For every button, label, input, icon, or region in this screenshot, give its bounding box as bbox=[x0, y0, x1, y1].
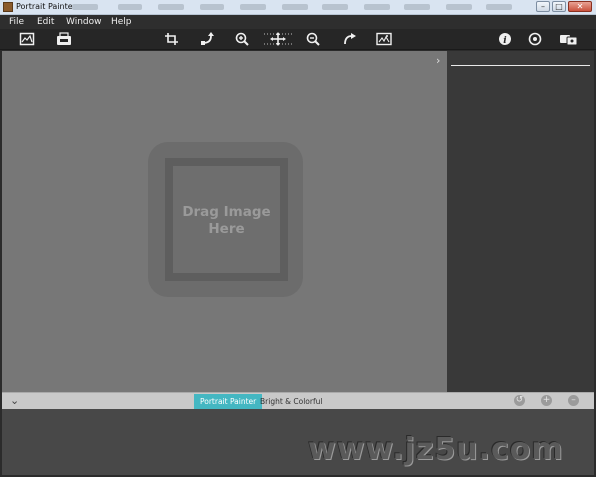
rotate-right-icon[interactable] bbox=[341, 32, 357, 46]
settings-panel bbox=[447, 51, 594, 392]
blurred-title-text bbox=[404, 4, 430, 10]
collapse-panel-icon[interactable]: › bbox=[436, 54, 440, 67]
settings-icon[interactable] bbox=[527, 32, 543, 46]
watermark: www.jz5u.com bbox=[308, 432, 564, 467]
maximize-button[interactable]: □ bbox=[552, 1, 566, 12]
reset-icon[interactable]: ↺ bbox=[514, 395, 525, 406]
blurred-title-text bbox=[240, 4, 266, 10]
drop-hint-line2: Here bbox=[208, 221, 245, 237]
svg-text:i: i bbox=[503, 36, 507, 46]
app-icon bbox=[3, 2, 13, 12]
zoom-out-icon[interactable] bbox=[305, 32, 321, 46]
title-bar: Portrait Painter – □ ✕ bbox=[0, 0, 596, 15]
menu-bar: File Edit Window Help bbox=[0, 15, 596, 29]
crop-icon[interactable] bbox=[164, 32, 180, 46]
preset-bar: ⌄ Portrait Painter Bright & Colorful ↺ +… bbox=[2, 392, 594, 409]
rotate-left-icon[interactable] bbox=[199, 32, 215, 46]
blurred-title-text bbox=[158, 4, 184, 10]
blurred-title-text bbox=[446, 4, 472, 10]
blurred-title-text bbox=[364, 4, 390, 10]
zoom-in-icon[interactable] bbox=[234, 32, 250, 46]
window-title: Portrait Painter bbox=[16, 2, 76, 11]
blurred-title-text bbox=[72, 4, 98, 10]
tab-portrait-painter[interactable]: Portrait Painter bbox=[194, 394, 263, 409]
panel-divider bbox=[451, 65, 590, 66]
menu-help[interactable]: Help bbox=[111, 17, 132, 27]
compare-icon[interactable] bbox=[376, 32, 392, 46]
blurred-title-text bbox=[322, 4, 348, 10]
info-icon[interactable]: i bbox=[497, 32, 513, 46]
minimize-button[interactable]: – bbox=[536, 1, 550, 12]
remove-icon[interactable]: – bbox=[568, 395, 579, 406]
menu-edit[interactable]: Edit bbox=[37, 17, 54, 27]
share-icon[interactable] bbox=[559, 32, 579, 46]
add-icon[interactable]: + bbox=[541, 395, 552, 406]
drop-hint-line1: Drag Image bbox=[182, 204, 271, 220]
menu-file[interactable]: File bbox=[9, 17, 24, 27]
toolbar: i bbox=[0, 29, 596, 50]
image-canvas[interactable]: › Drag Image Here bbox=[2, 51, 447, 392]
menu-window[interactable]: Window bbox=[66, 17, 102, 27]
tab-bright-colorful[interactable]: Bright & Colorful bbox=[254, 394, 328, 409]
close-button[interactable]: ✕ bbox=[568, 1, 592, 12]
preset-thumbnails: www.jz5u.com bbox=[2, 409, 594, 475]
move-icon[interactable] bbox=[264, 32, 292, 46]
blurred-title-text bbox=[282, 4, 308, 10]
save-image-icon[interactable] bbox=[56, 32, 72, 46]
open-image-icon[interactable] bbox=[19, 32, 35, 46]
blurred-title-text bbox=[486, 4, 512, 10]
blurred-title-text bbox=[118, 4, 142, 10]
drop-hint: Drag Image Here bbox=[173, 204, 280, 238]
blurred-title-text bbox=[200, 4, 224, 10]
chevron-down-icon[interactable]: ⌄ bbox=[10, 394, 19, 407]
